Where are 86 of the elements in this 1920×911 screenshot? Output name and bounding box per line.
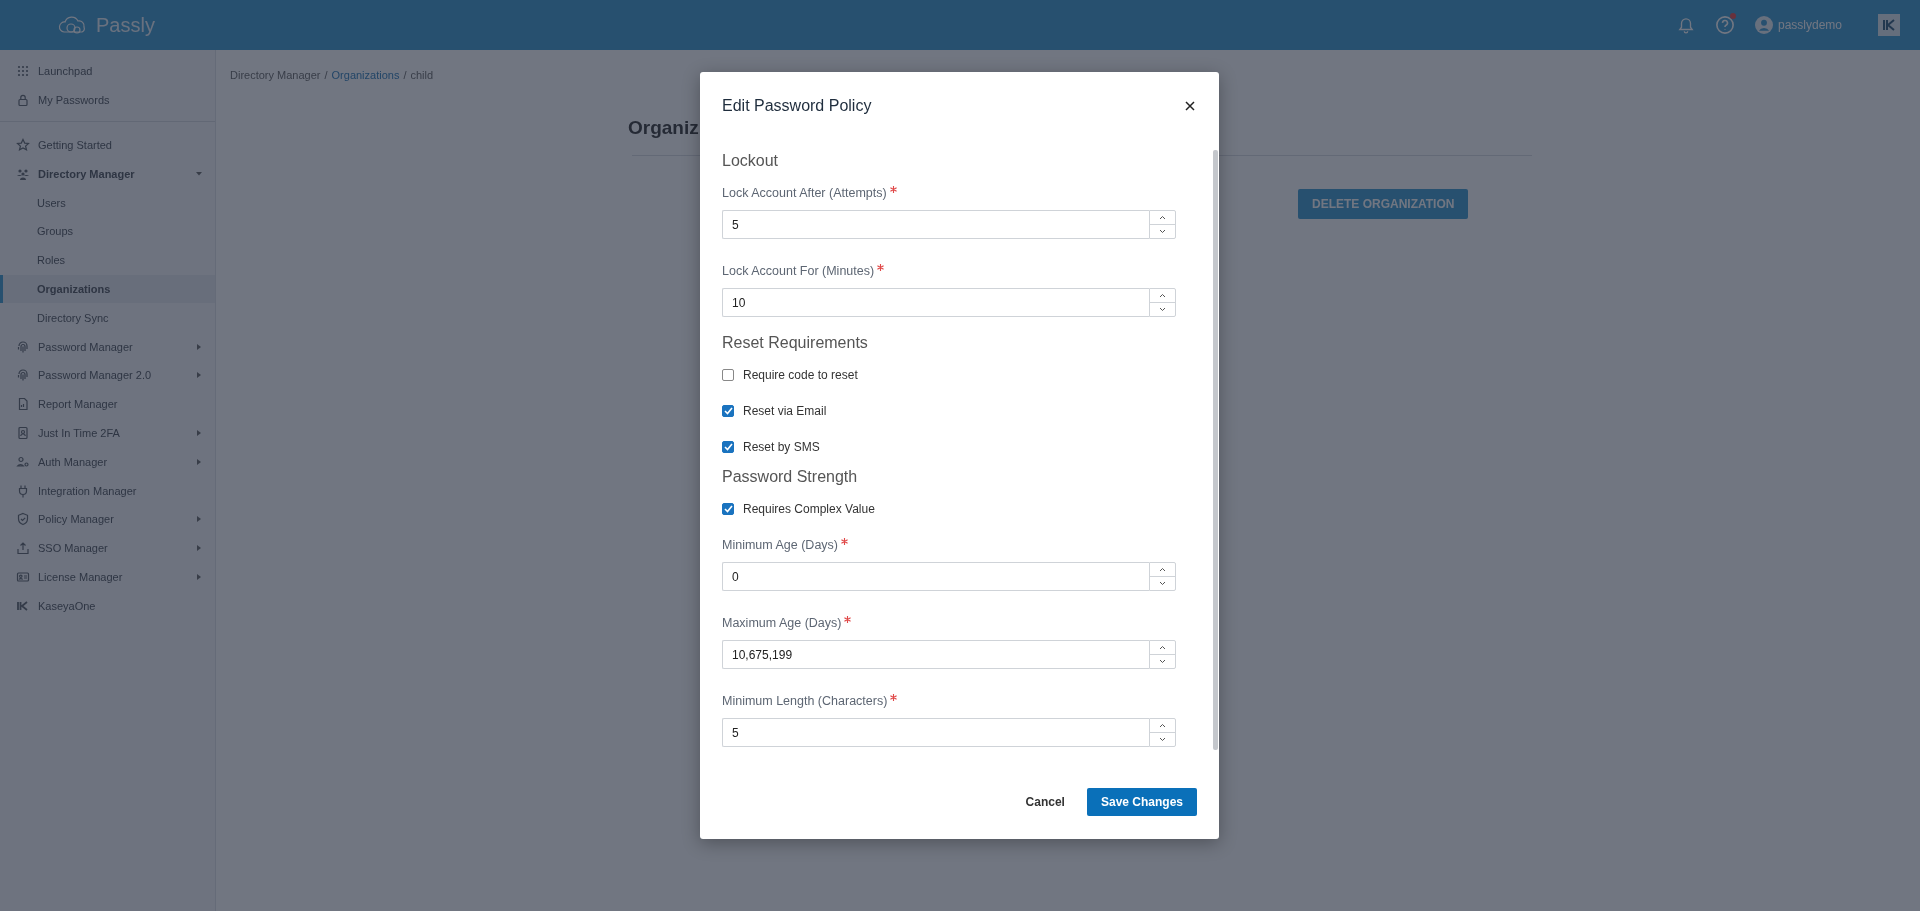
sidebar-item[interactable]: Roles	[0, 245, 215, 275]
fingerprint-icon	[16, 368, 30, 383]
caret-right-icon	[195, 572, 203, 581]
sidebar-item[interactable]: Directory Sync	[0, 303, 215, 333]
breadcrumb-text: Directory Manager	[230, 69, 321, 81]
checkbox[interactable]	[722, 503, 734, 515]
upload-icon	[16, 541, 30, 556]
checkbox-label[interactable]: Requires Complex Value	[743, 502, 875, 516]
sidebar-item[interactable]: Users	[0, 188, 215, 217]
sidebar-item[interactable]: KaseyaOne	[0, 591, 215, 621]
brand-name: Passly	[96, 13, 155, 37]
caret-right-icon	[195, 544, 203, 553]
caret-right-icon	[195, 371, 203, 380]
page-title: Organiz	[628, 117, 699, 139]
caret-right-icon	[195, 457, 203, 466]
sidebar-item[interactable]: Directory Manager	[0, 159, 215, 189]
sidebar-item[interactable]: Just In Time 2FA	[0, 418, 215, 448]
sidebar-item[interactable]: Groups	[0, 217, 215, 246]
field-label: Minimum Age (Days)	[722, 537, 838, 553]
sidebar-item[interactable]: SSO Manager	[0, 533, 215, 563]
number-field[interactable]: 5	[722, 210, 1149, 239]
save-button[interactable]: Save Changes	[1086, 788, 1197, 816]
sidebar-item[interactable]: Getting Started	[0, 130, 215, 160]
checkbox[interactable]	[722, 441, 734, 453]
chevron-up-icon[interactable]	[1159, 293, 1166, 298]
sidebar-item[interactable]: Report Manager	[0, 389, 215, 419]
chevron-down-icon[interactable]	[1159, 581, 1166, 586]
field-label: Minimum Length (Characters)	[722, 693, 888, 709]
id-card-icon	[16, 569, 30, 584]
caret-down-icon	[195, 169, 203, 178]
id-badge-icon	[16, 425, 30, 440]
lock-icon	[16, 93, 30, 108]
sidebar-item[interactable]: Password Manager 2.0	[0, 360, 215, 390]
chevron-down-icon[interactable]	[1159, 659, 1166, 664]
checkbox[interactable]	[722, 405, 734, 417]
caret-right-icon	[195, 515, 203, 524]
checkbox-label[interactable]: Reset via Email	[743, 404, 827, 418]
caret-right-icon	[195, 342, 203, 351]
field-label: Lock Account After (Attempts)	[722, 185, 887, 201]
chevron-up-icon[interactable]	[1159, 645, 1166, 650]
breadcrumb-separator: /	[403, 69, 407, 81]
sidebar-item[interactable]: Launchpad	[0, 57, 215, 86]
breadcrumb-separator: /	[324, 69, 328, 81]
section-heading: Lockout	[722, 151, 780, 171]
sidebar-item[interactable]: License Manager	[0, 562, 215, 592]
field-label: Lock Account For (Minutes)	[722, 263, 875, 279]
user-menu[interactable]: passlydemo	[1754, 16, 1842, 34]
close-icon[interactable]	[1183, 98, 1197, 113]
number-field[interactable]: 0	[722, 562, 1149, 591]
fingerprint-icon	[16, 339, 30, 354]
sidebar-item[interactable]: Policy Manager	[0, 504, 215, 534]
chevron-down-icon[interactable]	[1159, 737, 1166, 742]
user-key-icon	[16, 454, 30, 469]
shield-icon	[16, 512, 30, 527]
chevron-up-icon[interactable]	[1159, 723, 1166, 728]
number-field[interactable]: 10	[722, 288, 1149, 317]
k-mark-icon	[16, 598, 30, 613]
star-icon	[16, 138, 30, 152]
delete-organization-button[interactable]: DELETE ORGANIZATION	[1298, 189, 1469, 219]
chevron-down-icon[interactable]	[1159, 229, 1166, 234]
sidebar-item[interactable]: Password Manager	[0, 332, 215, 361]
chevron-up-icon[interactable]	[1159, 215, 1166, 220]
checkbox-label[interactable]: Require code to reset	[743, 368, 858, 382]
sidebar-item[interactable]: Organizations	[0, 274, 215, 304]
avatar-icon	[1754, 16, 1773, 34]
number-field[interactable]: 10,675,199	[722, 640, 1149, 669]
sidebar-item[interactable]: Auth Manager	[0, 447, 215, 477]
cancel-button[interactable]: Cancel	[1023, 788, 1067, 816]
checkbox-label[interactable]: Reset by SMS	[743, 440, 820, 454]
caret-right-icon	[195, 428, 203, 437]
section-heading: Password Strength	[722, 467, 859, 487]
grid-icon	[16, 64, 30, 79]
plug-icon	[16, 483, 30, 498]
document-icon	[16, 397, 30, 412]
chevron-down-icon[interactable]	[1159, 307, 1166, 312]
breadcrumb-text: child	[410, 69, 434, 81]
section-heading: Reset Requirements	[722, 333, 869, 353]
chevron-up-icon[interactable]	[1159, 567, 1166, 572]
dialog-title: Edit Password Policy	[722, 96, 872, 115]
sidebar-item[interactable]: My Passwords	[0, 85, 215, 115]
sidebar-item[interactable]: Integration Manager	[0, 476, 215, 505]
checkbox[interactable]	[722, 369, 734, 381]
breadcrumb-link[interactable]: Organizations	[331, 69, 400, 81]
field-label: Maximum Age (Days)	[722, 615, 842, 631]
number-field[interactable]: 5	[722, 718, 1149, 747]
scrollbar-thumb[interactable]	[1213, 150, 1218, 750]
